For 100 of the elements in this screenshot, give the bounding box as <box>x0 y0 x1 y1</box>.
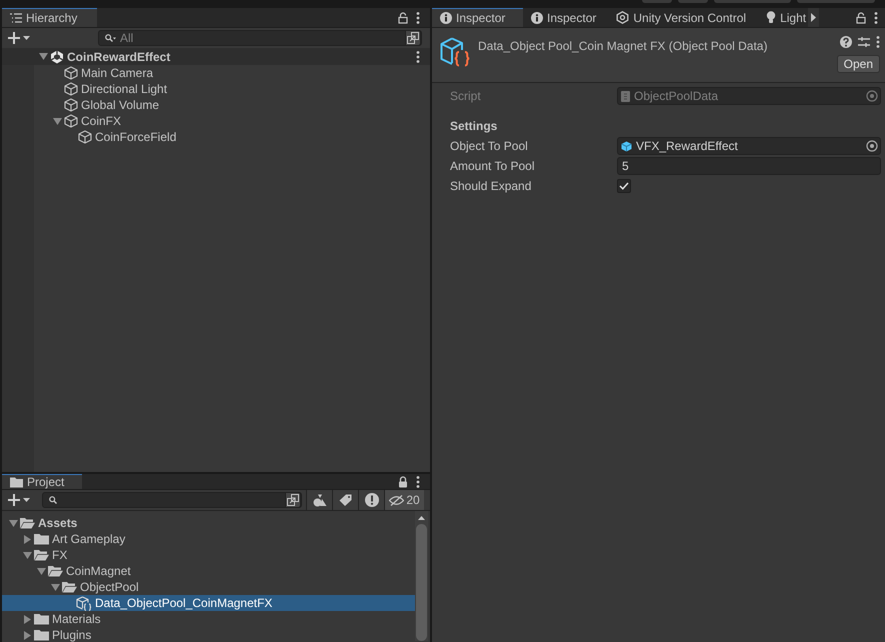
open-folder-icon <box>48 565 63 577</box>
tree-row[interactable]: Assets <box>2 515 416 531</box>
label-filter-button[interactable] <box>332 490 358 510</box>
down-arrow-icon[interactable] <box>51 584 60 590</box>
down-arrow-icon[interactable] <box>39 53 48 60</box>
item-label: CoinFX <box>80 114 122 128</box>
item-label: Materials <box>51 612 101 626</box>
list-icon <box>10 13 22 23</box>
search-field[interactable]: All <box>98 30 422 46</box>
tree-row[interactable]: Materials <box>2 611 416 627</box>
field-label: Script <box>450 89 482 103</box>
folder-icon <box>34 613 49 625</box>
shapes-icon <box>312 494 326 506</box>
inspector-tab[interactable]: Inspector <box>523 8 608 27</box>
lock-icon[interactable] <box>398 476 408 488</box>
tree-row[interactable]: Data_ObjectPool_CoinMagnetFX <box>2 595 416 611</box>
lock-icon[interactable] <box>856 12 866 24</box>
menu-icon[interactable] <box>874 12 878 24</box>
checkmark-icon <box>619 182 629 190</box>
down-arrow-icon[interactable] <box>23 552 32 558</box>
item-label: Data_ObjectPool_CoinMagnetFX <box>94 596 272 610</box>
item-label: Global Volume <box>80 98 160 112</box>
search-window-button[interactable] <box>285 492 301 508</box>
more-tabs-icon[interactable] <box>811 13 816 22</box>
hexagon-icon <box>616 11 630 24</box>
item-label: FX <box>51 548 68 562</box>
hidden-eye-icon <box>389 494 404 506</box>
folder-icon <box>34 629 49 641</box>
item-label: Art Gameplay <box>51 532 126 546</box>
right-arrow-icon[interactable] <box>24 614 31 624</box>
folder-icon <box>34 533 49 545</box>
plus-icon <box>8 32 20 44</box>
field-label: Amount To Pool <box>450 159 536 173</box>
cube-braces-icon <box>440 37 470 67</box>
inspector-tab[interactable]: Light <box>758 8 808 27</box>
plus-icon <box>8 494 20 506</box>
tree-row[interactable]: CoinMagnet <box>2 563 416 579</box>
search-icon <box>105 34 116 42</box>
warning-icon <box>364 493 378 507</box>
field-label: Should Expand <box>450 179 532 193</box>
cube-icon <box>64 82 78 96</box>
search-window-button[interactable] <box>405 30 421 46</box>
info-icon <box>440 12 452 24</box>
caret-icon <box>23 36 30 40</box>
menu-icon[interactable] <box>416 476 420 488</box>
search-field[interactable] <box>42 492 302 508</box>
caret-icon <box>23 498 30 502</box>
tree-row[interactable]: FX <box>2 547 416 563</box>
item-label: CoinRewardEffect <box>66 50 170 64</box>
object-field[interactable]: VFX_RewardEffect <box>617 137 881 155</box>
folder-icon <box>10 476 23 488</box>
popout-icon <box>287 494 299 506</box>
object-picker-icon[interactable] <box>866 140 878 152</box>
down-arrow-icon[interactable] <box>53 118 62 124</box>
lock-icon[interactable] <box>398 12 408 24</box>
object-title: Data_Object Pool_Coin Magnet FX (Object Pool Data) <box>478 39 768 55</box>
input-field[interactable]: 5 <box>617 157 881 175</box>
menu-icon[interactable] <box>416 50 420 62</box>
inspector-tab[interactable]: Inspector <box>432 8 523 27</box>
right-arrow-icon[interactable] <box>24 534 31 544</box>
cube-icon <box>64 98 78 112</box>
script-field: ObjectPoolData <box>617 87 881 105</box>
object-picker-icon[interactable] <box>866 90 878 102</box>
down-arrow-icon[interactable] <box>9 520 18 526</box>
create-button[interactable] <box>6 492 32 508</box>
type-filter-button[interactable] <box>306 490 332 510</box>
settings-icon[interactable] <box>858 36 870 48</box>
script-icon <box>621 90 630 102</box>
item-label: Plugins <box>51 628 92 642</box>
hidden-packages-button[interactable]: 20 <box>384 490 424 510</box>
project-tab[interactable]: Project <box>2 474 82 489</box>
down-arrow-icon[interactable] <box>37 568 46 574</box>
menu-icon[interactable] <box>416 12 420 24</box>
tree-row[interactable]: ObjectPool <box>2 579 416 595</box>
menu-icon[interactable] <box>876 36 880 48</box>
search-icon <box>49 496 57 504</box>
inspector-tab[interactable]: Unity Version Control <box>608 8 758 27</box>
tree-row[interactable]: Plugins <box>2 627 416 642</box>
open-folder-icon <box>34 549 49 561</box>
hierarchy-tab[interactable]: Hierarchy <box>2 8 97 27</box>
create-button[interactable] <box>6 30 32 46</box>
open-button[interactable]: Open <box>836 55 880 73</box>
open-folder-icon <box>62 581 77 593</box>
light-bulb-icon <box>766 11 776 24</box>
help-icon[interactable] <box>840 36 852 48</box>
item-label: Directional Light <box>80 82 168 96</box>
field-label: Object To Pool <box>450 139 529 153</box>
cube-icon <box>621 140 632 152</box>
item-label: ObjectPool <box>79 580 139 594</box>
popout-icon <box>407 32 419 44</box>
checkbox[interactable] <box>617 179 631 193</box>
info-icon <box>531 12 543 24</box>
warning-button[interactable] <box>358 490 384 510</box>
item-label: CoinForceField <box>94 130 176 144</box>
right-arrow-icon[interactable] <box>24 630 31 640</box>
item-label: CoinMagnet <box>65 564 131 578</box>
open-folder-icon <box>20 517 35 529</box>
section-header: Settings <box>450 119 498 133</box>
tree-row[interactable]: Art Gameplay <box>2 531 416 547</box>
cube-icon <box>78 130 92 144</box>
